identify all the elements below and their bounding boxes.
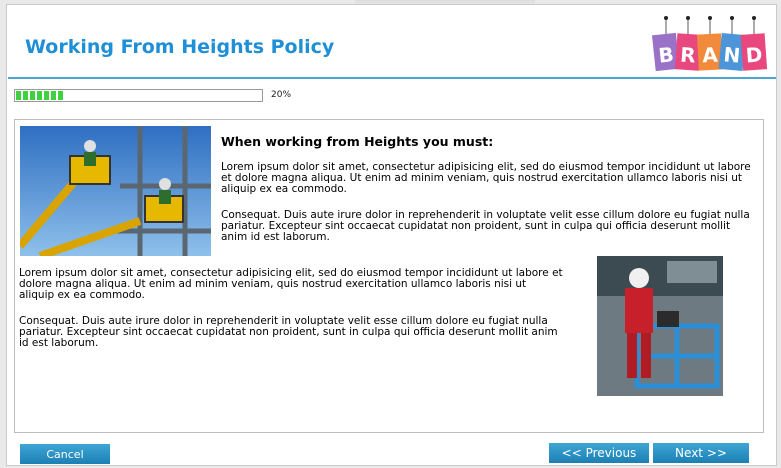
content-panel: When working from Heights you must: Lore… — [14, 119, 764, 433]
worker-on-lift-photo — [597, 256, 723, 396]
header-divider — [8, 77, 776, 79]
brand-logo: BRAND — [652, 16, 768, 72]
svg-text:N: N — [723, 42, 742, 67]
previous-button[interactable]: << Previous — [549, 443, 649, 463]
progress-bar — [14, 89, 263, 102]
paragraph-3: Lorem ipsum dolor sit amet, consectetur … — [19, 267, 563, 301]
progress-fill — [16, 91, 65, 100]
paragraph-4: Consequat. Duis aute irure dolor in repr… — [19, 315, 558, 349]
progress-percent-label: 20% — [271, 90, 292, 100]
brand-letter-tag: A — [696, 33, 723, 71]
next-button[interactable]: Next >> — [653, 443, 749, 463]
svg-text:B: B — [657, 42, 675, 67]
paragraph-1: Lorem ipsum dolor sit amet, consectetur … — [221, 161, 751, 195]
brand-letter-tag: D — [740, 33, 768, 71]
aerial-work-platform-photo — [20, 126, 211, 256]
svg-text:A: A — [702, 43, 719, 68]
svg-text:D: D — [745, 42, 763, 67]
paragraph-2: Consequat. Duis aute irure dolor in repr… — [221, 209, 750, 243]
cancel-button[interactable]: Cancel — [20, 444, 110, 464]
page-title: Working From Heights Policy — [25, 36, 335, 58]
svg-text:R: R — [679, 42, 696, 67]
content-heading: When working from Heights you must: — [221, 134, 494, 149]
